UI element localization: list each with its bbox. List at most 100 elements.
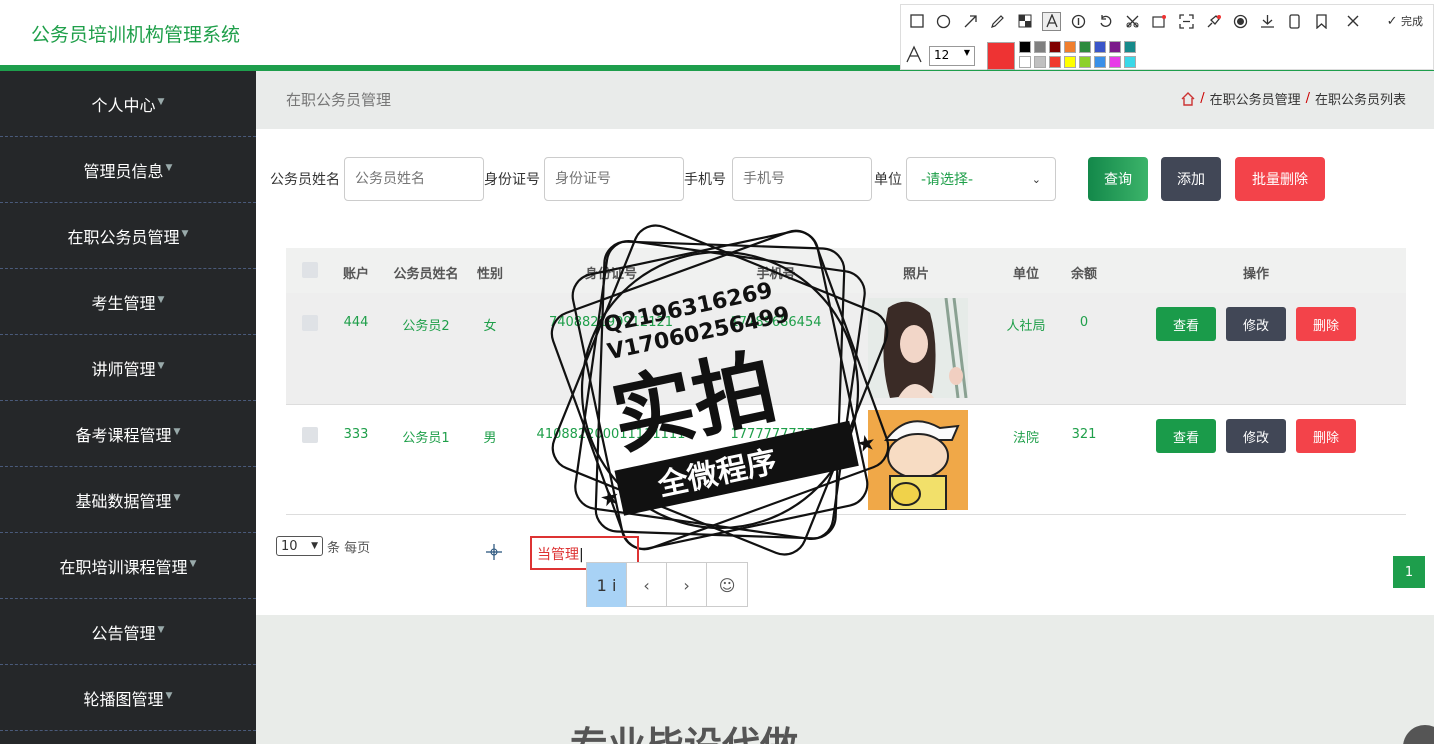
sidebar-item-lecturers[interactable]: 讲师管理 ▼ — [0, 335, 256, 401]
color-swatch[interactable] — [1109, 56, 1121, 68]
ellipse-tool-icon[interactable] — [934, 12, 953, 31]
name-input[interactable] — [344, 157, 484, 201]
mosaic-tool-icon[interactable] — [1015, 12, 1034, 31]
chevron-left-icon[interactable]: ‹ — [627, 563, 668, 607]
screenshot-toolbar: ✓ 完成 12 ▼ — [900, 4, 1434, 70]
bookmark-icon[interactable] — [1312, 12, 1331, 31]
sidebar-item-civil-servants[interactable]: 在职公务员管理 ▼ — [0, 203, 256, 269]
color-swatch[interactable] — [1049, 56, 1061, 68]
unit-cell: 法院 — [1012, 431, 1039, 446]
chevron-right-icon[interactable]: › — [667, 563, 708, 607]
color-swatch[interactable] — [1064, 56, 1076, 68]
emoji-icon[interactable]: ☺ — [707, 563, 747, 607]
done-label: 完成 — [1401, 15, 1423, 28]
page-button[interactable]: 1 — [1393, 556, 1425, 588]
sidebar-item-training-courses[interactable]: 在职培训课程管理 ▼ — [0, 533, 256, 599]
color-swatch[interactable] — [1034, 41, 1046, 53]
gender-cell: 女 — [483, 319, 497, 334]
main-content: 在职公务员管理 / 在职公务员管理 / 在职公务员列表 公务员姓名 身份证号 手… — [256, 71, 1434, 744]
chevron-down-icon: ▼ — [157, 294, 165, 305]
ocr-icon[interactable] — [1150, 12, 1169, 31]
batch-delete-button[interactable]: 批量删除 — [1235, 157, 1325, 201]
edit-button[interactable]: 修改 — [1226, 419, 1286, 453]
chevron-down-icon: ▼ — [311, 541, 318, 551]
photo-thumbnail[interactable] — [868, 298, 968, 398]
color-swatch[interactable] — [1019, 56, 1031, 68]
undo-icon[interactable] — [1096, 12, 1115, 31]
sidebar-item-label: 基础数据管理 — [75, 491, 172, 511]
view-button[interactable]: 查看 — [1156, 419, 1216, 453]
add-button[interactable]: 添加 — [1161, 157, 1221, 201]
row-checkbox[interactable] — [302, 427, 318, 443]
current-color-swatch[interactable] — [987, 42, 1015, 70]
pen-tool-icon[interactable] — [988, 12, 1007, 31]
page-size-select[interactable]: 10 ▼ — [276, 536, 323, 556]
download-icon[interactable] — [1258, 12, 1277, 31]
arrow-tool-icon[interactable] — [961, 12, 980, 31]
color-swatch[interactable] — [1124, 41, 1136, 53]
chevron-down-icon: ▼ — [173, 492, 181, 503]
sidebar-item-exam-courses[interactable]: 备考课程管理 ▼ — [0, 401, 256, 467]
font-size-value: 12 — [934, 48, 950, 62]
home-icon[interactable] — [1181, 91, 1195, 106]
gender-cell: 男 — [483, 431, 497, 446]
breadcrumb: / 在职公务员管理 / 在职公务员列表 — [1181, 89, 1406, 108]
done-button[interactable]: ✓ 完成 — [1387, 13, 1423, 29]
sidebar-item-label: 个人中心 — [91, 95, 156, 115]
table-row: 444 公务员2 女 740882199912121 17789686454 人… — [286, 293, 1406, 404]
table-row: 333 公务员1 男 410882200011111111 1777777777… — [286, 404, 1406, 515]
sidebar-item-admin-info[interactable]: 管理员信息 ▼ — [0, 137, 256, 203]
color-swatch[interactable] — [1049, 41, 1061, 53]
color-swatch[interactable] — [1094, 41, 1106, 53]
annotation-count[interactable]: 1 i — [587, 563, 628, 607]
color-swatch[interactable] — [1019, 41, 1031, 53]
unit-cell: 人社局 — [1006, 319, 1046, 334]
query-button[interactable]: 查询 — [1088, 157, 1148, 201]
data-table: 账户 公务员姓名 性别 身份证号 手机号 照片 单位 余额 操作 444 公务员… — [286, 248, 1406, 515]
id-number-input[interactable] — [544, 157, 684, 201]
table-header: 账户 公务员姓名 性别 身份证号 手机号 照片 单位 余额 操作 — [286, 248, 1406, 293]
rectangle-tool-icon[interactable] — [907, 12, 926, 31]
pin-icon[interactable] — [1204, 12, 1223, 31]
phone-input[interactable] — [732, 157, 872, 201]
delete-button[interactable]: 删除 — [1296, 419, 1356, 453]
text-tool-icon[interactable] — [1042, 11, 1061, 31]
record-icon[interactable] — [1231, 12, 1250, 31]
sidebar-item-candidates[interactable]: 考生管理 ▼ — [0, 269, 256, 335]
annotation-text: 当管理 — [537, 547, 579, 563]
unit-select[interactable]: -请选择- ⌄ — [906, 157, 1056, 201]
crop-icon[interactable] — [1123, 12, 1142, 31]
annotation-toolbar: 1 i ‹ › ☺ — [586, 562, 748, 607]
scan-icon[interactable] — [1177, 12, 1196, 31]
page-size-control: 10 ▼ 条 每页 — [276, 536, 370, 556]
number-tool-icon[interactable] — [1069, 12, 1088, 31]
delete-button[interactable]: 删除 — [1296, 307, 1356, 341]
color-swatch[interactable] — [1094, 56, 1106, 68]
breadcrumb-item[interactable]: 在职公务员管理 — [1210, 89, 1301, 108]
page-size-value: 10 — [281, 538, 298, 554]
sidebar-item-base-data[interactable]: 基础数据管理 ▼ — [0, 467, 256, 533]
edit-button[interactable]: 修改 — [1226, 307, 1286, 341]
sidebar-item-label: 公告管理 — [91, 623, 156, 643]
photo-thumbnail[interactable] — [868, 410, 968, 510]
close-icon[interactable] — [1343, 12, 1362, 31]
unit-label: 单位 — [874, 172, 902, 188]
color-swatch[interactable] — [1034, 56, 1046, 68]
font-size-select[interactable]: 12 ▼ — [929, 46, 975, 66]
name-cell: 公务员1 — [402, 431, 450, 446]
color-swatch[interactable] — [1079, 41, 1091, 53]
view-button[interactable]: 查看 — [1156, 307, 1216, 341]
color-swatch[interactable] — [1109, 41, 1121, 53]
row-checkbox[interactable] — [302, 315, 318, 331]
chevron-down-icon: ▼ — [173, 426, 181, 437]
sidebar-item-personal-center[interactable]: 个人中心 ▼ — [0, 71, 256, 137]
color-swatch[interactable] — [1064, 41, 1076, 53]
select-all-checkbox[interactable] — [302, 262, 318, 278]
sidebar-item-notices[interactable]: 公告管理 ▼ — [0, 599, 256, 665]
color-swatch[interactable] — [1079, 56, 1091, 68]
sidebar-item-carousel[interactable]: 轮播图管理 ▼ — [0, 665, 256, 731]
chevron-down-icon: ▼ — [157, 96, 165, 107]
phone-icon[interactable] — [1285, 12, 1304, 31]
id-cell: 410882200011111111 — [536, 427, 686, 442]
color-swatch[interactable] — [1124, 56, 1136, 68]
